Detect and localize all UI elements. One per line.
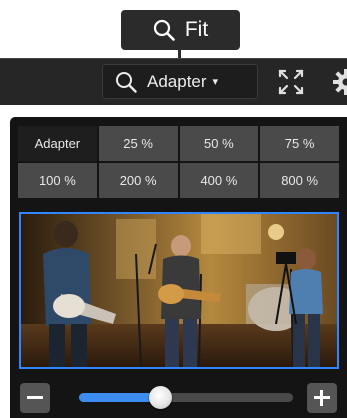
search-icon <box>116 71 137 93</box>
zoom-preset-button[interactable]: Adapter <box>18 126 97 161</box>
zoom-tooltip: Fit <box>121 10 240 50</box>
zoom-preset-button[interactable]: 75 % <box>260 126 339 161</box>
tooltip-label: Fit <box>184 18 209 41</box>
gear-icon <box>333 69 347 95</box>
chevron-down-icon: ▾ <box>212 76 219 88</box>
zoom-level-dropdown[interactable]: Adapter ▾ <box>102 64 258 99</box>
zoom-panel: Adapter 25 % 50 % 75 % 100 % 200 % 400 %… <box>10 117 347 418</box>
navigator-preview[interactable] <box>19 212 339 369</box>
zoom-preset-button[interactable]: 100 % <box>18 163 97 198</box>
zoom-slider-thumb[interactable] <box>149 386 172 409</box>
zoom-slider[interactable] <box>79 386 293 409</box>
settings-button[interactable] <box>331 67 347 97</box>
studio-photo-thumbnail <box>21 214 337 367</box>
zoom-preset-button[interactable]: 200 % <box>98 163 178 198</box>
zoom-out-button[interactable] <box>20 383 50 413</box>
fullscreen-icon <box>278 69 304 95</box>
zoom-level-value: Adapter <box>147 71 207 91</box>
zoom-preset-button[interactable]: 50 % <box>179 126 259 161</box>
fullscreen-button[interactable] <box>276 67 306 97</box>
search-icon <box>153 19 175 41</box>
zoom-slider-fill <box>79 393 160 402</box>
zoom-preset-grid: Adapter 25 % 50 % 75 % 100 % 200 % 400 %… <box>18 126 339 198</box>
viewer-toolbar: Adapter ▾ <box>0 58 347 105</box>
zoom-preset-button[interactable]: 25 % <box>98 126 178 161</box>
zoom-preset-button[interactable]: 400 % <box>179 163 259 198</box>
zoom-preset-button[interactable]: 800 % <box>260 163 339 198</box>
zoom-in-button[interactable] <box>307 383 337 413</box>
